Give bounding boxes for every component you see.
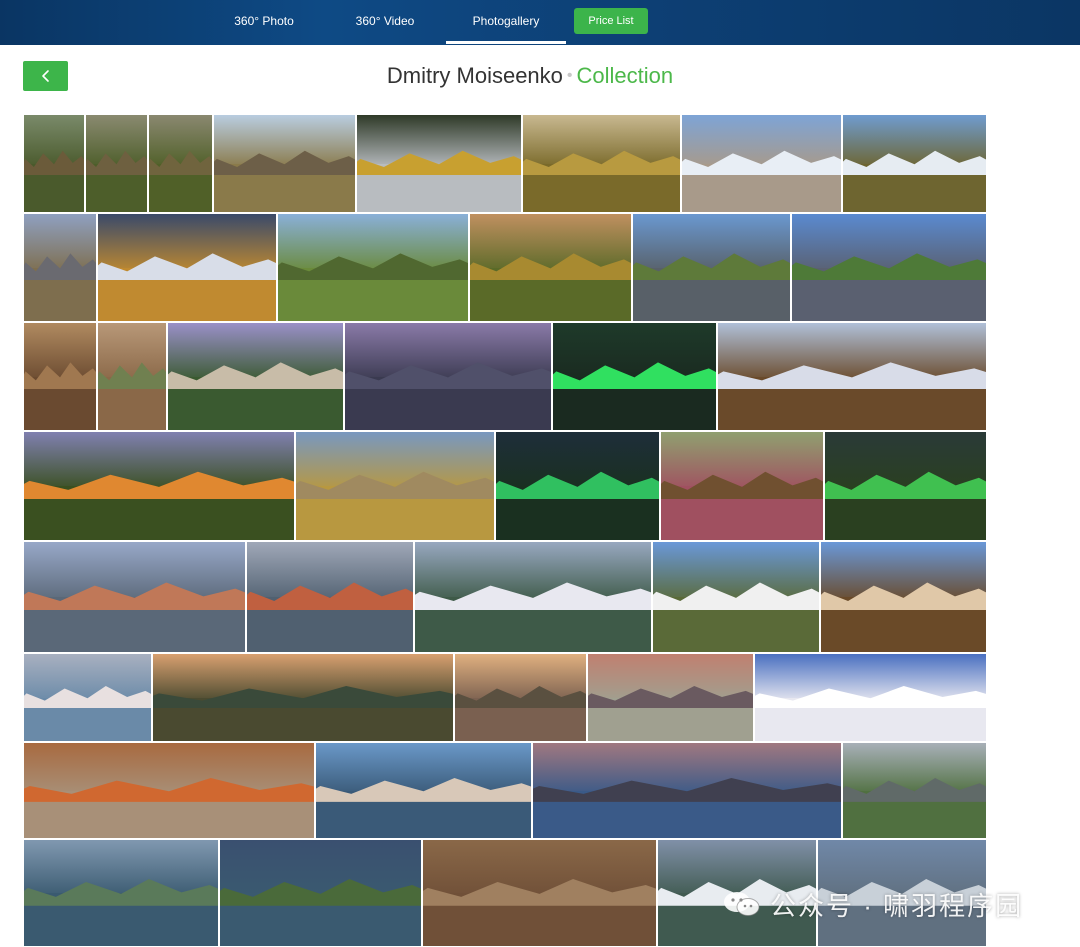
gallery-photo[interactable] [167, 322, 344, 431]
gallery-photo[interactable] [23, 541, 246, 653]
gallery-photo[interactable] [414, 541, 652, 653]
gallery-photo[interactable] [469, 213, 632, 322]
gallery-photo[interactable] [522, 114, 681, 213]
watermark-text: 公众号 · 啸羽程序园 [770, 890, 1024, 921]
gallery-photo[interactable] [23, 742, 315, 839]
gallery-photo[interactable] [23, 839, 219, 947]
gallery-photo[interactable] [632, 213, 791, 322]
gallery-photo[interactable] [681, 114, 842, 213]
gallery-photo[interactable] [754, 653, 987, 742]
gallery-photo[interactable] [356, 114, 522, 213]
wechat-icon [724, 892, 760, 916]
gallery-photo[interactable] [791, 213, 987, 322]
gallery-photo[interactable] [552, 322, 717, 431]
gallery-photo[interactable] [587, 653, 754, 742]
gallery-photo[interactable] [820, 541, 987, 653]
gallery-photo[interactable] [315, 742, 532, 839]
gallery-photo[interactable] [454, 653, 587, 742]
gallery-photo[interactable] [842, 742, 987, 839]
gallery-photo[interactable] [422, 839, 657, 947]
gallery-photo[interactable] [23, 322, 97, 431]
watermark: 公众号 · 啸羽程序园 [722, 884, 1023, 924]
gallery-photo[interactable] [97, 322, 167, 431]
gallery-photo[interactable] [824, 431, 987, 541]
gallery-photo[interactable] [532, 742, 842, 839]
gallery-photo[interactable] [23, 114, 85, 213]
gallery-photo[interactable] [295, 431, 495, 541]
gallery-photo[interactable] [652, 541, 820, 653]
gallery-photo[interactable] [213, 114, 356, 213]
gallery-photo[interactable] [660, 431, 824, 541]
gallery-photo[interactable] [23, 653, 152, 742]
gallery-photo[interactable] [23, 431, 295, 541]
gallery-photo[interactable] [23, 213, 97, 322]
gallery-photo[interactable] [97, 213, 277, 322]
gallery-photo[interactable] [842, 114, 987, 213]
gallery-photo[interactable] [277, 213, 469, 322]
photo-gallery [0, 0, 1080, 947]
gallery-photo[interactable] [85, 114, 148, 213]
gallery-photo[interactable] [152, 653, 454, 742]
gallery-photo[interactable] [495, 431, 660, 541]
gallery-photo[interactable] [219, 839, 422, 947]
gallery-photo[interactable] [148, 114, 213, 213]
gallery-photo[interactable] [717, 322, 987, 431]
gallery-photo[interactable] [344, 322, 552, 431]
gallery-photo[interactable] [246, 541, 414, 653]
